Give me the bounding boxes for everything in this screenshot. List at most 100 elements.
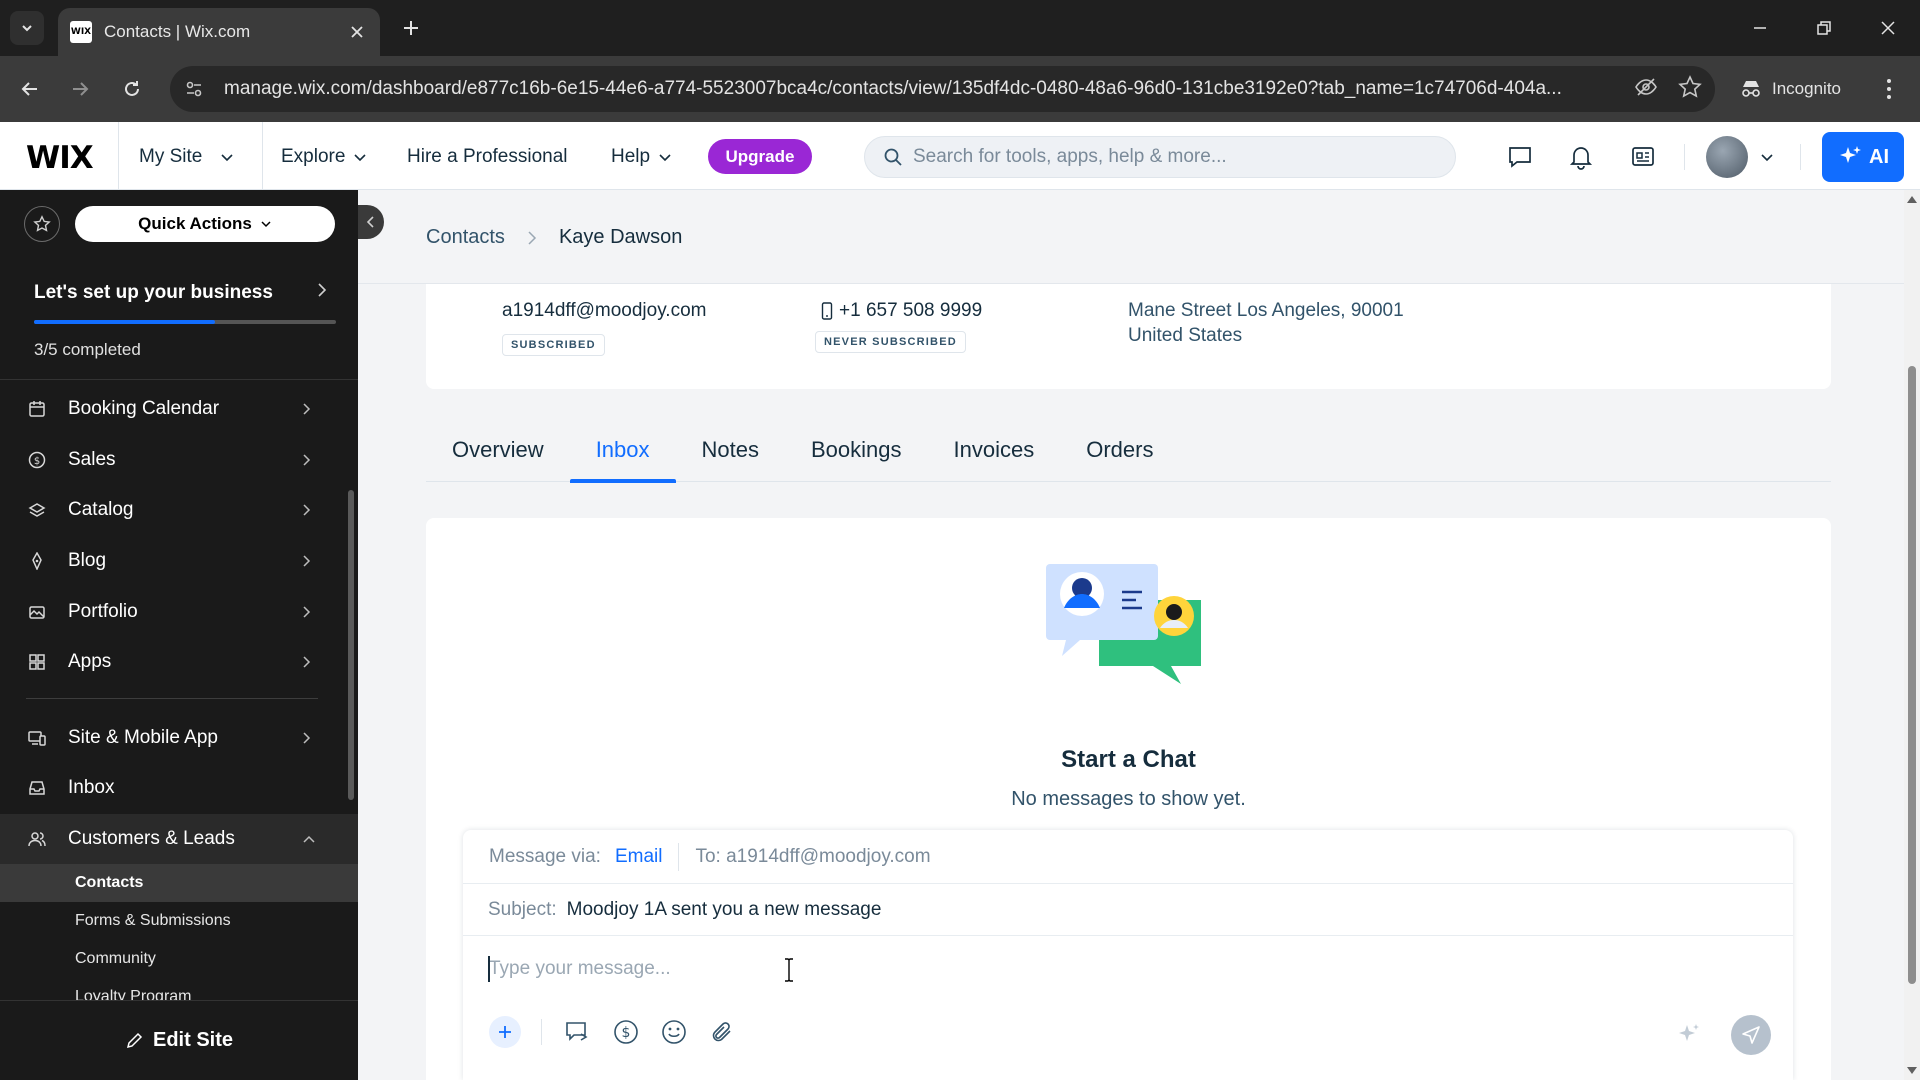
chevron-down-icon (659, 154, 671, 162)
paperclip-icon (712, 1022, 731, 1042)
search-input[interactable] (913, 146, 1413, 168)
new-tab-button[interactable] (396, 13, 426, 43)
address-bar[interactable]: manage.wix.com/dashboard/e877c16b-6e15-4… (170, 66, 1715, 112)
notifications-button[interactable] (1566, 142, 1596, 172)
sparkle-icon (1679, 1024, 1699, 1041)
site-info-icon[interactable] (184, 79, 208, 99)
sidebar-subitem-contacts[interactable]: Contacts (0, 864, 358, 903)
sidebar-item-sales[interactable]: $ Sales (0, 435, 358, 486)
sidebar-item-label: Catalog (68, 499, 134, 521)
sidebar-item-blog[interactable]: Blog (0, 536, 358, 587)
message-channel-selector[interactable]: Email (615, 846, 663, 868)
divider (262, 122, 263, 190)
bell-icon (1569, 147, 1593, 170)
chevron-down-icon (22, 25, 32, 32)
back-button[interactable] (14, 73, 46, 105)
scroll-up-arrow-icon[interactable] (1907, 196, 1917, 203)
search-icon (884, 148, 902, 166)
quick-actions-button[interactable]: Quick Actions (75, 206, 335, 242)
browser-tab[interactable]: WIX Contacts | Wix.com (58, 8, 380, 56)
my-site-menu[interactable]: My Site (139, 146, 234, 168)
upgrade-button[interactable]: Upgrade (708, 139, 812, 174)
forward-button[interactable] (64, 73, 96, 105)
attach-button[interactable] (706, 1016, 738, 1048)
quick-reply-button[interactable] (562, 1016, 594, 1048)
scroll-down-arrow-icon[interactable] (1907, 1067, 1917, 1074)
ai-write-button[interactable] (1673, 1018, 1705, 1050)
sidebar-item-label: Booking Calendar (68, 398, 220, 420)
tab-inbox[interactable]: Inbox (569, 418, 676, 483)
setup-progress-bar (34, 320, 336, 324)
empty-state-title: Start a Chat (1061, 746, 1196, 773)
send-button[interactable] (1731, 1015, 1771, 1055)
sidebar-item-catalog[interactable]: Catalog (0, 485, 358, 536)
request-payment-button[interactable]: $ (610, 1016, 642, 1048)
account-menu-button[interactable] (1752, 142, 1782, 172)
updates-button[interactable] (1628, 142, 1658, 172)
sidebar-item-booking-calendar[interactable]: Booking Calendar (0, 384, 358, 435)
tab-overview[interactable]: Overview (426, 418, 570, 482)
subject-value[interactable]: Moodjoy 1A sent you a new message (567, 899, 882, 921)
chat-illustration-icon (1046, 564, 1201, 684)
breadcrumb-contacts[interactable]: Contacts (426, 226, 505, 249)
wix-logo[interactable]: WIX (26, 140, 94, 176)
bookmark-star-icon[interactable] (1677, 74, 1703, 105)
dollar-icon: $ (26, 449, 48, 471)
sidebar-scrollbar[interactable] (348, 490, 354, 800)
close-window-button[interactable] (1868, 10, 1908, 46)
sidebar-subitem-community[interactable]: Community (0, 940, 358, 978)
message-input[interactable] (489, 954, 1389, 984)
messages-button[interactable] (1505, 142, 1535, 172)
ai-assistant-button[interactable]: AI (1822, 132, 1904, 182)
eye-off-icon[interactable] (1633, 74, 1659, 105)
tab-search-button[interactable] (10, 11, 44, 45)
portfolio-icon (26, 601, 48, 623)
sidebar-item-inbox[interactable]: Inbox (0, 763, 358, 814)
my-site-label: My Site (139, 146, 203, 167)
divider (541, 1019, 542, 1045)
tab-invoices[interactable]: Invoices (928, 418, 1061, 482)
edit-site-button[interactable]: Edit Site (0, 1000, 358, 1080)
browser-menu-button[interactable] (1874, 73, 1904, 105)
search-box[interactable] (864, 136, 1456, 178)
address-line2: United States (1128, 325, 1243, 346)
url-text[interactable]: manage.wix.com/dashboard/e877c16b-6e15-4… (224, 78, 1604, 100)
favorites-button[interactable] (24, 206, 60, 242)
sidebar-item-apps[interactable]: Apps (0, 637, 358, 688)
emoji-button[interactable] (658, 1016, 690, 1048)
tab-notes[interactable]: Notes (676, 418, 785, 482)
tab-bookings[interactable]: Bookings (785, 418, 928, 482)
chevron-right-icon (302, 731, 312, 745)
help-menu[interactable]: Help (611, 146, 672, 168)
minimize-button[interactable] (1740, 10, 1780, 46)
message-composer: Message via: Email To: a1914dff@moodjoy.… (463, 830, 1793, 1080)
hire-professional-link[interactable]: Hire a Professional (407, 146, 568, 168)
subject-row[interactable]: Subject: Moodjoy 1A sent you a new messa… (463, 884, 1793, 936)
sidebar-item-label: Portfolio (68, 600, 138, 622)
restore-button[interactable] (1804, 10, 1844, 46)
tab-orders[interactable]: Orders (1060, 418, 1179, 482)
setup-progress-card[interactable]: Let's set up your business 3/5 completed (0, 260, 358, 380)
email-status-badge: SUBSCRIBED (502, 334, 605, 356)
breadcrumb: Contacts Kaye Dawson (426, 226, 682, 249)
tab-close-button[interactable] (346, 21, 368, 43)
page-scrollbar-thumb[interactable] (1908, 366, 1916, 984)
sidebar-item-site-mobile-app[interactable]: Site & Mobile App (0, 713, 358, 764)
wix-favicon-icon: WIX (70, 21, 92, 43)
page-scrollbar[interactable] (1904, 190, 1920, 1080)
user-avatar[interactable] (1706, 136, 1748, 178)
quick-reply-icon (566, 1022, 588, 1041)
sidebar-item-customers-leads[interactable]: Customers & Leads (0, 813, 358, 865)
customers-icon (26, 828, 48, 850)
breadcrumb-current: Kaye Dawson (558, 226, 683, 248)
contact-email[interactable]: a1914dff@moodjoy.com (502, 300, 706, 322)
add-button[interactable] (489, 1016, 521, 1048)
contact-phone[interactable]: +1 657 508 9999 (821, 300, 982, 322)
incognito-indicator[interactable]: Incognito (1726, 67, 1855, 111)
reload-button[interactable] (116, 73, 148, 105)
setup-count: 3/5 completed (34, 340, 141, 359)
explore-menu[interactable]: Explore (281, 146, 367, 168)
sidebar-item-label: Apps (68, 651, 112, 673)
sidebar-item-portfolio[interactable]: Portfolio (0, 586, 358, 637)
sidebar-subitem-forms-submissions[interactable]: Forms & Submissions (0, 902, 358, 940)
